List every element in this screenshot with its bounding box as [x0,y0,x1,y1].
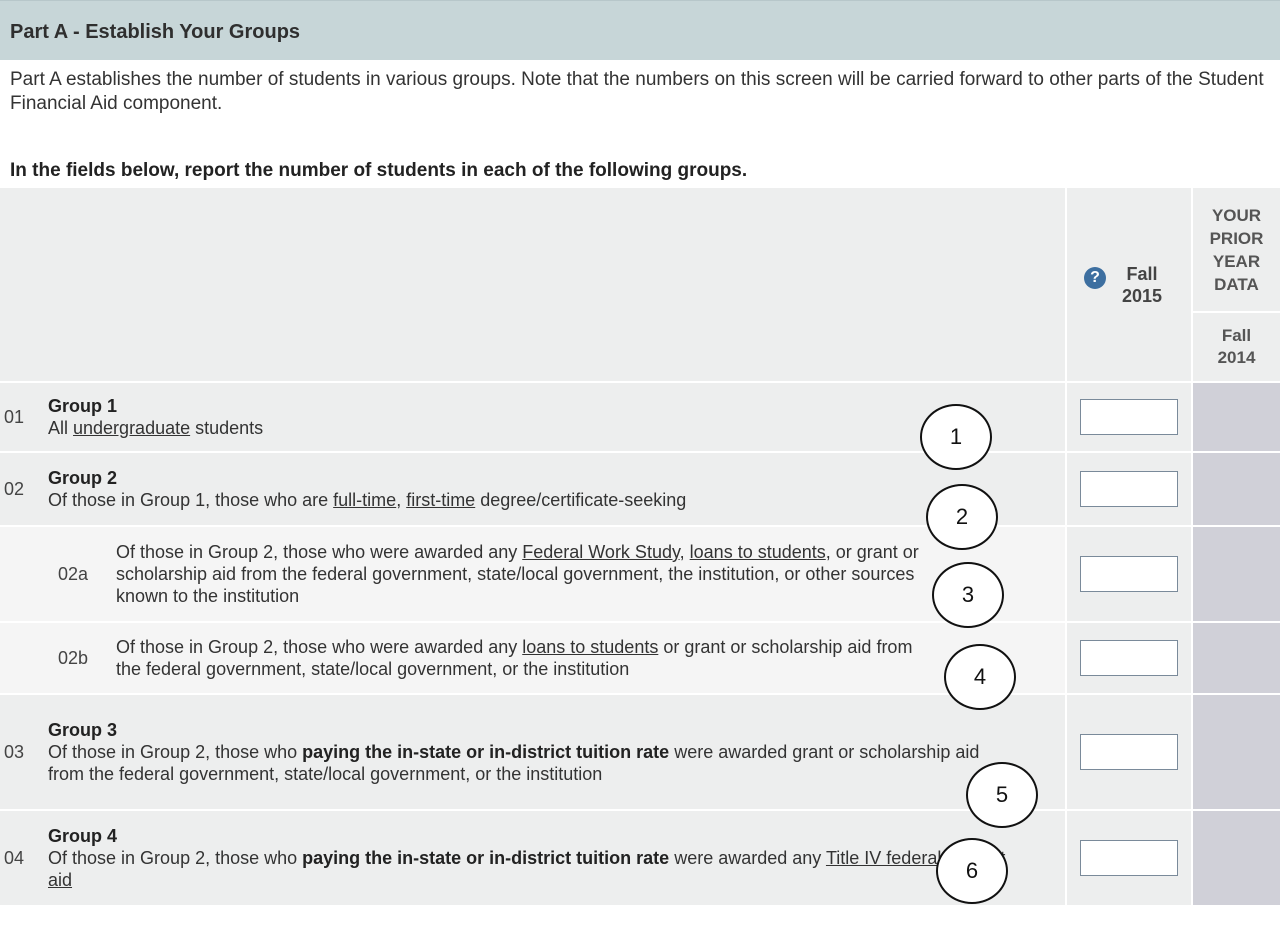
row-number: 02a [58,563,89,584]
header-blank [0,188,1067,383]
help-icon[interactable]: ? [1084,266,1106,289]
row-text: Of those in Group 2, those who were awar… [116,542,523,562]
group-title: Group 2 [48,468,118,488]
prior-year-header-label: YOUR PRIOR YEAR DATA [1209,205,1264,294]
group-1-input[interactable] [1080,399,1178,435]
groups-table: ? Fall 2015 YOUR PRIOR YEAR DATA Fall 201… [0,188,1280,907]
group-2-input[interactable] [1080,471,1178,507]
group-4-input[interactable] [1080,840,1178,876]
row-text: were awarded any [669,848,826,868]
prior-year-column: Fall 2014 [1192,311,1280,383]
table-row: 02 Group 2 Of those in Group 1, those who… [0,452,1280,527]
column-header-current: ? Fall 2015 [1066,188,1193,383]
callout-1: 1 [920,404,992,470]
table-row: 03 Group 3 Of those in Group 2, those who… [0,694,1280,811]
prior-year-label: Fall 2014 [1217,326,1256,367]
callout-4: 4 [944,644,1016,710]
callout-6: 6 [936,838,1008,904]
row-text: students [190,418,264,438]
table-row: 02b Of those in Group 2, those who were … [0,622,1280,695]
tuition-rate-text: paying the in-state or in-district tuiti… [302,742,670,762]
row-text: Of those in Group 2, those who [48,742,303,762]
row-number: 03 [4,741,25,762]
table-row: 01 Group 1 All undergraduate students [0,382,1280,453]
table-row: 04 Group 4 Of those in Group 2, those who… [0,810,1280,907]
section-intro: Part A establishes the number of student… [10,69,1264,114]
group-title: Group 4 [48,826,118,846]
table-row: 02a Of those in Group 2, those who were … [0,526,1280,623]
prior-year-header: YOUR PRIOR YEAR DATA [1192,188,1280,313]
first-time-link[interactable]: first-time [406,490,475,510]
group-title: Group 1 [48,396,118,416]
row-text: , [679,542,690,562]
row-text: Of those in Group 2, those who were awar… [116,637,523,657]
prior-year-cell [1192,526,1280,623]
row-number: 01 [4,406,25,427]
callout-3: 3 [932,562,1004,628]
row-text: Of those in Group 1, those who are [48,490,334,510]
section-instruction: In the fields below, report the number o… [10,160,748,181]
callout-2: 2 [926,484,998,550]
federal-work-study-link[interactable]: Federal Work Study [522,542,679,562]
row-number: 02 [4,478,25,499]
row-number: 02b [58,647,89,668]
prior-year-cell [1192,622,1280,695]
group-title: Group 3 [48,720,118,740]
undergraduate-link[interactable]: undergraduate [73,418,190,438]
row-text: Of those in Group 2, those who [48,848,303,868]
prior-year-cell [1192,382,1280,453]
row-text: , [396,490,407,510]
prior-year-cell [1192,694,1280,811]
current-year-label: Fall 2015 [1121,263,1163,306]
callout-5: 5 [966,762,1038,828]
prior-year-cell [1192,452,1280,527]
row-text: All [48,418,74,438]
group-2a-input[interactable] [1080,556,1178,592]
section-header: Part A - Establish Your Groups [0,0,1280,60]
full-time-link[interactable]: full-time [333,490,396,510]
group-2b-input[interactable] [1080,640,1178,676]
loans-to-students-link[interactable]: loans to students [690,542,826,562]
loans-to-students-link[interactable]: loans to students [522,637,658,657]
tuition-rate-text: paying the in-state or in-district tuiti… [302,848,670,868]
section-title: Part A - Establish Your Groups [10,21,301,43]
group-3-input[interactable] [1080,734,1178,770]
row-text: degree/certificate-seeking [475,490,687,510]
row-number: 04 [4,847,25,868]
prior-year-cell [1192,810,1280,907]
